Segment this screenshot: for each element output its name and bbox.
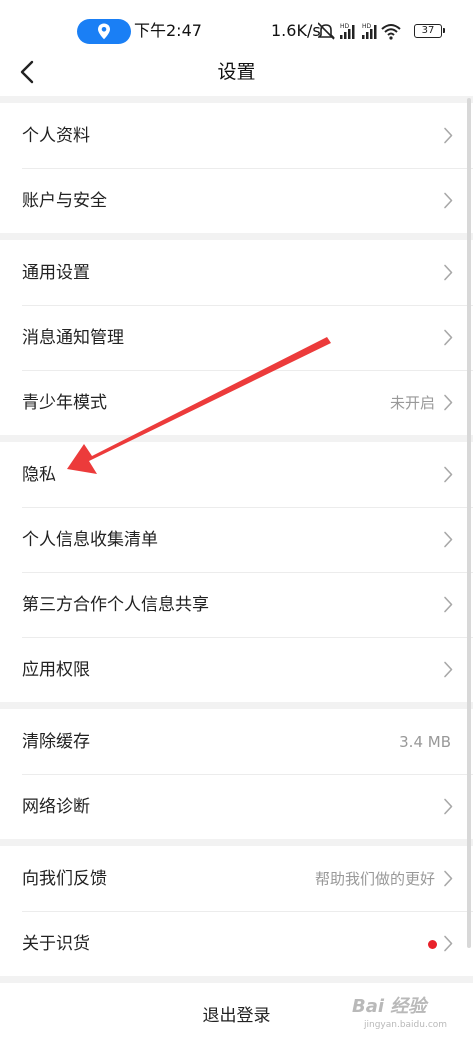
status-bar: 下午2:47 1.6K/s HD HD 37 <box>0 0 473 52</box>
chevron-right-icon <box>444 329 453 346</box>
settings-row[interactable]: 账户与安全 <box>0 168 473 233</box>
settings-row-label: 通用设置 <box>22 263 90 283</box>
settings-group: 个人资料 账户与安全 <box>0 103 473 233</box>
svg-text:HD: HD <box>340 23 350 30</box>
hd-signal-icon-2: HD <box>362 23 377 39</box>
chevron-right-icon <box>444 531 453 548</box>
page-title: 设置 <box>217 61 256 83</box>
settings-group: 向我们反馈 帮助我们做的更好关于识货 <box>0 846 473 976</box>
settings-row-label: 清除缓存 <box>22 732 90 752</box>
chevron-right-icon <box>444 127 453 144</box>
chevron-right-icon <box>444 264 453 281</box>
hd-signal-icon: HD <box>340 23 355 39</box>
settings-row-value: 3.4 MB <box>399 733 451 751</box>
settings-row[interactable]: 个人信息收集清单 <box>0 507 473 572</box>
nav-bar: 设置 <box>0 52 473 96</box>
scrollbar[interactable] <box>467 98 471 948</box>
chevron-right-icon <box>444 661 453 678</box>
watermark: Bai 经验 jingyan.baidu.com <box>352 990 464 1040</box>
chevron-right-icon <box>444 192 453 209</box>
settings-row-label: 应用权限 <box>22 660 90 680</box>
chevron-right-icon <box>444 935 453 952</box>
settings-row[interactable]: 关于识货 <box>0 911 473 976</box>
settings-row-label: 第三方合作个人信息共享 <box>22 595 209 615</box>
settings-row-label: 青少年模式 <box>22 393 107 413</box>
settings-row-label: 消息通知管理 <box>22 328 124 348</box>
settings-row-label: 向我们反馈 <box>22 869 107 889</box>
settings-row-label: 个人资料 <box>22 126 90 146</box>
settings-row[interactable]: 青少年模式 未开启 <box>0 370 473 435</box>
mute-icon <box>318 22 335 40</box>
wifi-icon <box>381 24 401 40</box>
location-icon <box>98 23 110 40</box>
settings-row-value: 未开启 <box>389 394 435 412</box>
status-icons: HD HD <box>318 22 401 40</box>
location-pill <box>77 19 131 44</box>
watermark-url: jingyan.baidu.com <box>364 1020 448 1030</box>
chevron-right-icon <box>444 798 453 815</box>
settings-list: 个人资料账户与安全通用设置消息通知管理 青少年模式 未开启隐私个人信息收集清单第三方… <box>0 96 473 1047</box>
settings-row[interactable]: 第三方合作个人信息共享 <box>0 572 473 637</box>
chevron-right-icon <box>444 394 453 411</box>
red-dot-badge <box>428 940 437 949</box>
settings-row[interactable]: 消息通知管理 <box>0 305 473 370</box>
chevron-right-icon <box>444 466 453 483</box>
settings-row[interactable]: 通用设置 <box>0 240 473 305</box>
settings-row-label: 账户与安全 <box>22 191 107 211</box>
settings-group: 清除缓存 3.4 MB 网络诊断 <box>0 709 473 839</box>
settings-row[interactable]: 向我们反馈 帮助我们做的更好 <box>0 846 473 911</box>
settings-row-label: 网络诊断 <box>22 797 90 817</box>
settings-row[interactable]: 个人资料 <box>0 103 473 168</box>
settings-row-value: 帮助我们做的更好 <box>314 870 435 888</box>
chevron-right-icon <box>444 870 453 887</box>
settings-row[interactable]: 隐私 <box>0 442 473 507</box>
settings-group: 通用设置消息通知管理 青少年模式 未开启 <box>0 240 473 435</box>
settings-row-label: 关于识货 <box>22 934 90 954</box>
status-time: 下午2:47 <box>134 21 202 40</box>
settings-row[interactable]: 应用权限 <box>0 637 473 702</box>
watermark-logo: Bai 经验 <box>352 996 427 1017</box>
settings-row[interactable]: 清除缓存 3.4 MB <box>0 709 473 774</box>
network-speed: 1.6K/s <box>271 21 321 40</box>
settings-row-label: 个人信息收集清单 <box>22 530 158 550</box>
settings-row[interactable]: 网络诊断 <box>0 774 473 839</box>
svg-text:HD: HD <box>362 23 372 30</box>
settings-row-label: 隐私 <box>22 465 56 485</box>
chevron-right-icon <box>444 596 453 613</box>
battery-icon: 37 <box>414 24 445 38</box>
settings-group: 隐私个人信息收集清单第三方合作个人信息共享 应用权限 <box>0 442 473 702</box>
